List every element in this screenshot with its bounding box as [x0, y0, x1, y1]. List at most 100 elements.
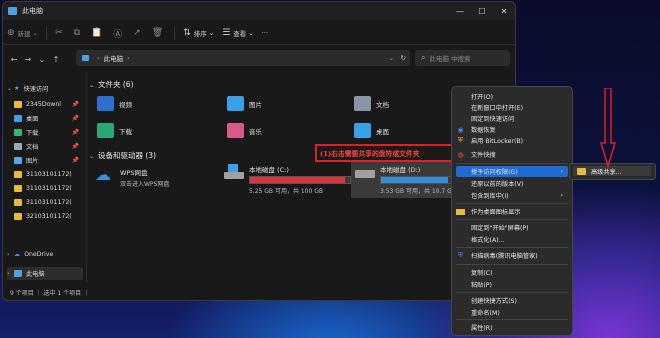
folder-documents[interactable]: 文档 [354, 96, 389, 111]
menu-item-restore-versions[interactable]: 还原以前的版本(V) [456, 178, 568, 189]
sidebar-item-label: 31103101172( [26, 171, 72, 178]
music-folder-icon [227, 123, 244, 138]
drive-wps[interactable]: ☁ WPS网盘 双击进入WPS网盘 [95, 167, 169, 189]
sidebar-item-folder[interactable]: 31103101172( [7, 168, 83, 181]
download-icon [14, 129, 22, 136]
sidebar-item-onedrive[interactable]: › ☁ OneDrive [7, 248, 83, 261]
sidebar-item-this-pc[interactable]: › 此电脑 [7, 267, 83, 280]
cut-icon: ✂ [55, 28, 63, 38]
menu-item-format[interactable]: 格式化(A)... [456, 234, 568, 245]
back-icon[interactable]: ← [7, 55, 21, 64]
cut-button[interactable]: ✂ [51, 24, 70, 42]
chevron-right-icon: › [127, 54, 130, 62]
drive-name: 本地磁盘 (C:) [249, 166, 289, 174]
copy-button[interactable]: ⧉ [70, 24, 87, 42]
menu-item-create-shortcut[interactable]: 创建快捷方式(S) [456, 295, 568, 306]
folder-videos[interactable]: 视频 [97, 96, 132, 111]
folder-pictures[interactable]: 图片 [227, 96, 262, 111]
red-arrow-down-icon [600, 88, 616, 168]
address-bar[interactable]: › 此电脑 › ⌄ ↻ [76, 50, 410, 66]
star-icon: ★ [14, 85, 20, 92]
folder-music[interactable]: 音乐 [227, 123, 262, 138]
menu-item-rename[interactable]: 重命名(M) [456, 307, 568, 318]
sidebar-item-downloads[interactable]: 下载 📌 [7, 126, 83, 139]
new-label: 新建 [17, 30, 31, 38]
chevron-right-icon: › [7, 251, 10, 258]
sort-label: 排序 [193, 30, 207, 38]
forward-icon[interactable]: → [21, 55, 35, 64]
pin-icon: 📌 [71, 101, 79, 108]
sidebar-item-folder[interactable]: 2345Downl 📌 [7, 98, 83, 111]
menu-label: 复制(C) [471, 270, 493, 277]
menu-label: 属性(R) [471, 325, 493, 332]
drive-icon [355, 164, 375, 180]
rename-button[interactable]: Ⓐ [109, 24, 129, 42]
folders-section-header[interactable]: ⌄ 文件夹 (6) [89, 79, 134, 90]
chevron-right-icon: › [560, 192, 563, 199]
drive-c[interactable]: 本地磁盘 (C:) 5.25 GB 可用，共 100 GB [224, 164, 351, 195]
menu-item-virus-scan[interactable]: ⛨ 扫描病毒(腾讯电脑管家) [456, 250, 568, 261]
folder-label: 文档 [376, 100, 389, 109]
folder-desktop[interactable]: 桌面 [354, 123, 389, 138]
sidebar-item-label: 此电脑 [26, 271, 45, 278]
sidebar-item-desktop[interactable]: 桌面 📌 [7, 112, 83, 125]
sidebar-item-quick-access[interactable]: ⌄ ★ 快速访问 [7, 82, 83, 95]
menu-item-show-desktop-icon[interactable]: 作为桌面图标显示 [456, 206, 568, 217]
drive-usage-bar [249, 176, 351, 184]
navigation-pane: ⌄ ★ 快速访问 2345Downl 📌 桌面 📌 下载 📌 文档 📌 图片 📌… [3, 72, 87, 282]
menu-item-copy[interactable]: 复制(C) [456, 267, 568, 278]
menu-label: 固定到"开始"屏幕(P) [471, 225, 529, 232]
more-button[interactable]: ··· [258, 24, 272, 42]
menu-item-open[interactable]: 打开(O) [456, 91, 568, 102]
menu-item-include-library[interactable]: 包含到库中(I) › [456, 190, 568, 201]
up-icon[interactable]: ↑ [49, 55, 63, 64]
sidebar-item-label: 文档 [26, 144, 39, 151]
share-button[interactable]: ↗ [129, 24, 148, 42]
maximize-button[interactable]: ☐ [471, 2, 493, 20]
pin-icon: 📌 [71, 115, 79, 122]
sidebar-item-folder[interactable]: 32103101172( [7, 210, 83, 223]
menu-item-open-new-window[interactable]: 在新窗口中打开(E) [456, 102, 568, 113]
search-icon: ⌕ [421, 53, 426, 62]
view-button[interactable]: ☰ 查看 ⌄ [218, 24, 258, 42]
menu-item-paste[interactable]: 粘贴(P) [456, 279, 568, 290]
menu-item-file-search[interactable]: ◍ 文件快搜 [456, 149, 568, 160]
menu-item-pin-quick-access[interactable]: 固定到快速访问 [456, 113, 568, 124]
sort-icon: ⇅ [183, 28, 191, 38]
command-bar: ⊕ 新建 ⌄ ✂ ⧉ 📋 Ⓐ ↗ 🗑 ⇅ 排序 ⌄ ☰ 查看 ⌄ ··· [3, 22, 515, 45]
sidebar-item-label: 桌面 [26, 116, 39, 123]
folder-downloads[interactable]: 下载 [97, 123, 132, 138]
close-button[interactable]: ✕ [493, 2, 515, 20]
refresh-icon[interactable]: ↻ [401, 54, 406, 62]
devices-section-header[interactable]: ⌄ 设备和驱动器 (3) [89, 150, 156, 161]
pictures-icon [14, 157, 22, 164]
sidebar-item-folder[interactable]: 31103101172( [7, 196, 83, 209]
menu-label: 重命名(M) [471, 310, 500, 317]
recent-chevron-icon[interactable]: ⌄ [35, 55, 49, 64]
chevron-down-icon: ⌄ [7, 85, 13, 92]
menu-item-grant-access[interactable]: 授予访问权限(G) › [456, 166, 568, 177]
chevron-down-icon: ⌄ [32, 29, 38, 37]
delete-button[interactable]: 🗑 [148, 24, 170, 42]
chevron-down-icon[interactable]: ⌄ [389, 54, 394, 62]
paste-button[interactable]: 📋 [87, 24, 109, 42]
sidebar-item-pictures[interactable]: 图片 📌 [7, 154, 83, 167]
minimize-button[interactable]: — [449, 2, 471, 20]
menu-item-properties[interactable]: 属性(R) [456, 322, 568, 333]
view-label: 查看 [233, 30, 247, 38]
chevron-right-icon: › [97, 54, 100, 62]
search-input[interactable]: ⌕ 此电脑 中搜索 [415, 50, 510, 66]
sidebar-item-label: 31103101172( [26, 199, 72, 206]
status-bar: 9 个项目 ｜ 选中 1 个项目 ｜ [10, 290, 90, 297]
share-folder-icon [577, 167, 586, 175]
menu-item-bitlocker[interactable]: ⛨ 启用 BitLocker(B) [456, 135, 568, 146]
menu-item-pin-start[interactable]: 固定到"开始"屏幕(P) [456, 222, 568, 233]
sidebar-item-documents[interactable]: 文档 📌 [7, 140, 83, 153]
sort-button[interactable]: ⇅ 排序 ⌄ [179, 24, 218, 42]
new-button[interactable]: ⊕ 新建 ⌄ [3, 24, 42, 42]
sidebar-item-folder[interactable]: 31103101172( [7, 182, 83, 195]
folder-icon [14, 199, 22, 206]
search-app-icon: ◍ [457, 150, 464, 159]
menu-item-data-recovery[interactable]: ◉ 数据恢复 [456, 124, 568, 135]
chevron-right-icon: › [560, 168, 563, 175]
